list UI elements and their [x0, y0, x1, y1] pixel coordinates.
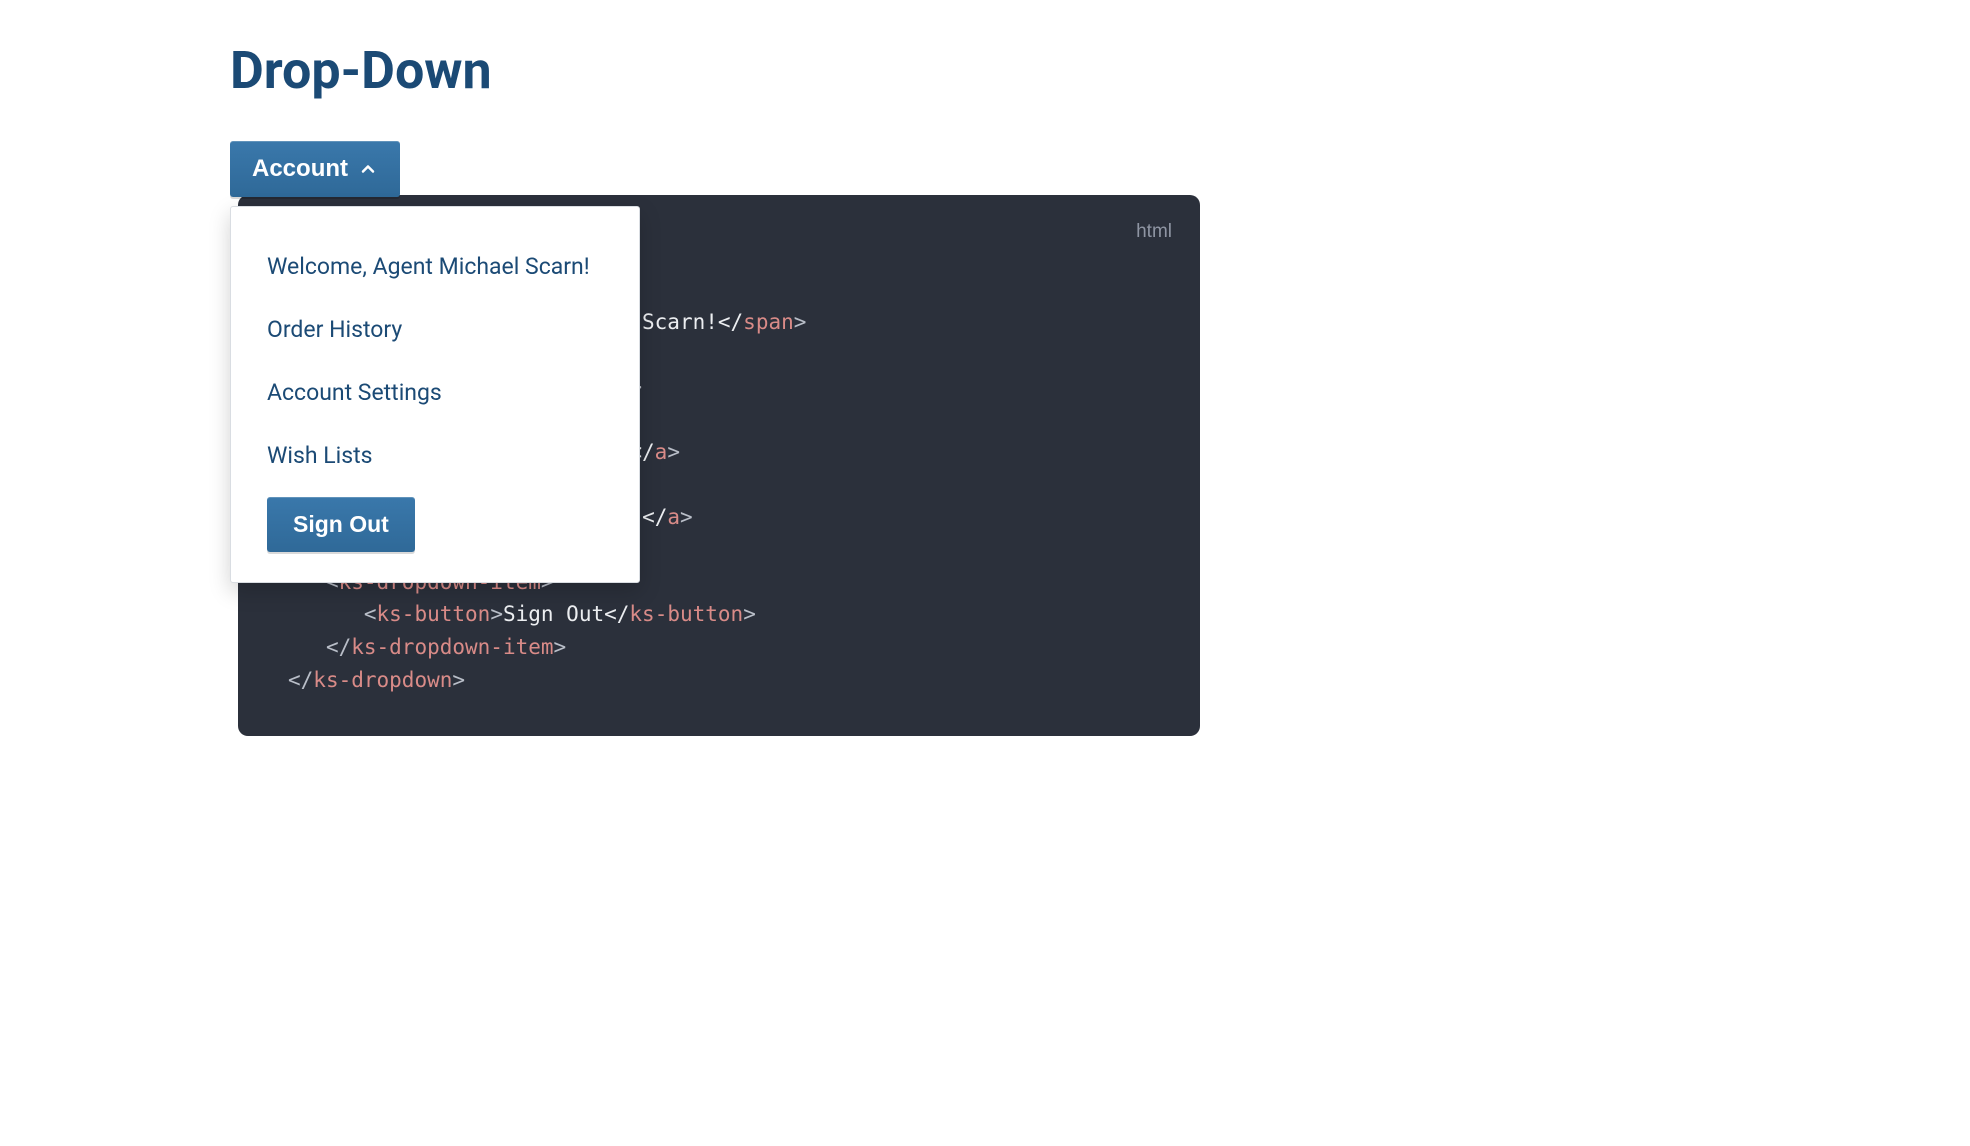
code-language-badge: html	[1136, 217, 1172, 246]
dropdown: Account Welcome, Agent Michael Scarn! Or…	[230, 141, 400, 197]
dropdown-item-account-settings[interactable]: Account Settings	[231, 361, 639, 424]
chevron-up-icon	[358, 159, 378, 179]
dropdown-panel: Welcome, Agent Michael Scarn! Order Hist…	[230, 206, 640, 583]
dropdown-toggle-label: Account	[252, 155, 348, 183]
sign-out-button[interactable]: Sign Out	[267, 497, 415, 552]
example-stage: Account Welcome, Agent Michael Scarn! Or…	[230, 141, 1970, 736]
dropdown-greeting: Welcome, Agent Michael Scarn!	[231, 235, 639, 298]
dropdown-item-wish-lists[interactable]: Wish Lists	[231, 424, 639, 487]
page-title: Drop-Down	[230, 40, 1970, 101]
account-dropdown-toggle[interactable]: Account	[230, 141, 400, 197]
dropdown-button-row: Sign Out	[231, 487, 639, 552]
dropdown-item-order-history[interactable]: Order History	[231, 298, 639, 361]
